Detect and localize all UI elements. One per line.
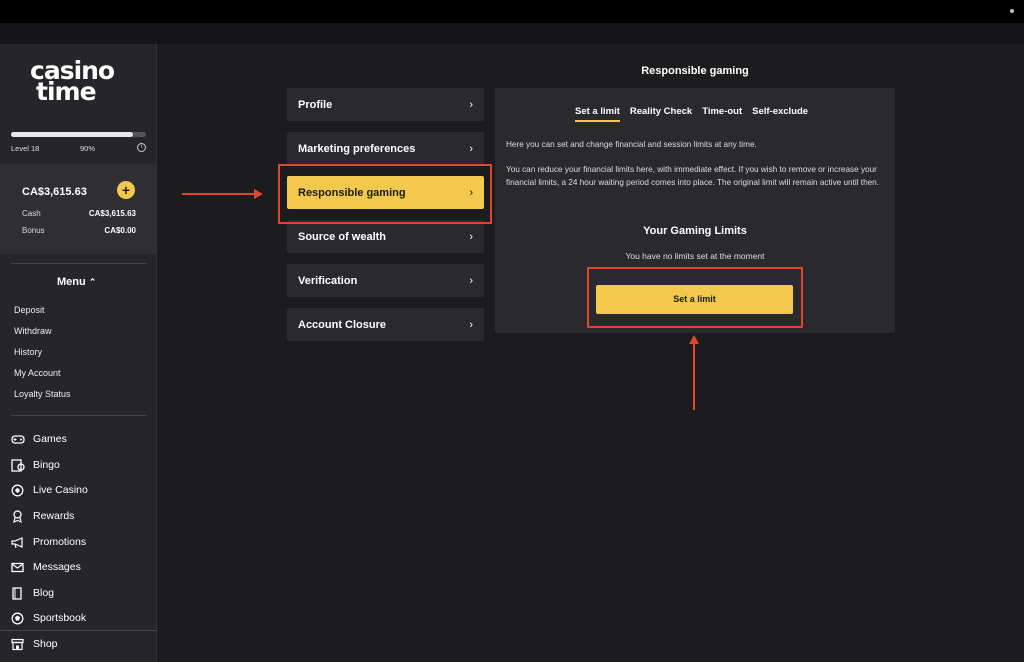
chevron-right-icon: › xyxy=(469,274,473,287)
deposit-plus-button[interactable]: + xyxy=(117,181,135,199)
menu-link-history[interactable]: History xyxy=(14,347,42,357)
account-menu-marketing-preferences[interactable]: Marketing preferences › xyxy=(287,132,484,165)
divider xyxy=(11,415,147,416)
chevron-right-icon: › xyxy=(469,318,473,331)
divider xyxy=(0,630,157,631)
gaming-limits-title: Your Gaming Limits xyxy=(643,225,747,237)
nav-label-promotions: Promotions xyxy=(33,536,87,548)
bingo-icon xyxy=(11,458,25,472)
nav-item-blog[interactable]: Blog xyxy=(11,585,54,601)
nav-item-games[interactable]: Games xyxy=(11,431,67,447)
account-menu-label: Profile xyxy=(298,98,333,111)
divider xyxy=(11,263,147,264)
mail-icon xyxy=(11,562,24,572)
bonus-label: Bonus xyxy=(22,226,45,235)
nav-label-sportsbook: Sportsbook xyxy=(33,612,87,624)
menu-link-my-account[interactable]: My Account xyxy=(14,368,61,378)
nav-item-bingo[interactable]: Bingo xyxy=(11,457,60,473)
tab-self-exclude[interactable]: Self-exclude xyxy=(752,106,808,122)
bonus-row: Bonus CA$0.00 xyxy=(22,226,136,235)
header-strip xyxy=(0,23,1024,44)
account-menu-label: Account Closure xyxy=(298,318,387,331)
nav-item-messages[interactable]: Messages xyxy=(11,559,81,575)
chevron-right-icon: › xyxy=(469,142,473,155)
account-menu-verification[interactable]: Verification › xyxy=(287,264,484,297)
bonus-value: CA$0.00 xyxy=(104,226,136,235)
annotation-arrow-right xyxy=(182,189,263,199)
window-top-bar xyxy=(0,0,1024,23)
cash-label: Cash xyxy=(22,209,41,218)
menu-link-withdraw[interactable]: Withdraw xyxy=(14,326,52,336)
highlight-box-set-limit xyxy=(587,267,803,328)
nav-item-promotions[interactable]: Promotions xyxy=(11,534,86,550)
nav-item-live-casino[interactable]: Live Casino xyxy=(11,482,88,498)
level-progress-fill xyxy=(11,132,133,137)
account-menu-profile[interactable]: Profile › xyxy=(287,88,484,121)
total-balance: CA$3,615.63 xyxy=(22,186,87,198)
page-title: Responsible gaming xyxy=(641,65,749,77)
nav-item-rewards[interactable]: Rewards xyxy=(11,508,74,524)
nav-item-sportsbook[interactable]: Sportsbook xyxy=(11,610,86,626)
book-icon xyxy=(12,586,22,600)
no-limits-text: You have no limits set at the moment xyxy=(625,251,765,261)
balance-panel: CA$3,615.63 + Cash CA$3,615.63 Bonus CA$… xyxy=(0,164,157,254)
megaphone-icon xyxy=(11,536,23,548)
chevron-right-icon: › xyxy=(469,230,473,243)
nav-label-messages: Messages xyxy=(33,561,81,573)
logo-line-2: time xyxy=(36,77,97,106)
tab-set-a-limit[interactable]: Set a limit xyxy=(575,106,620,122)
nav-item-shop[interactable]: Shop xyxy=(11,636,58,652)
ball-icon xyxy=(11,612,24,624)
menu-toggle[interactable]: Menu ⌃ xyxy=(57,276,96,288)
info-icon[interactable]: i xyxy=(137,143,146,152)
nav-label-blog: Blog xyxy=(33,587,55,599)
chevron-right-icon: › xyxy=(469,98,473,111)
nav-label-bingo: Bingo xyxy=(33,459,60,471)
account-menu-label: Marketing preferences xyxy=(298,142,416,155)
level-progress-bar xyxy=(11,132,146,137)
casino-time-logo[interactable]: casino time xyxy=(30,58,130,108)
status-dot xyxy=(1010,9,1014,13)
award-icon xyxy=(13,509,22,523)
menu-link-loyalty-status[interactable]: Loyalty Status xyxy=(14,389,71,399)
account-menu-source-of-wealth[interactable]: Source of wealth › xyxy=(287,220,484,253)
menu-link-deposit[interactable]: Deposit xyxy=(14,305,45,315)
account-menu-account-closure[interactable]: Account Closure › xyxy=(287,308,484,341)
sidebar: casino time Level 18 90% i CA$3,615.63 +… xyxy=(0,44,157,662)
live-icon xyxy=(11,484,24,496)
cash-value: CA$3,615.63 xyxy=(88,209,136,218)
cash-row: Cash CA$3,615.63 xyxy=(22,209,136,218)
intro-text: Here you can set and change financial an… xyxy=(506,140,757,149)
nav-label-shop: Shop xyxy=(33,638,58,650)
nav-label-live-casino: Live Casino xyxy=(33,484,88,496)
tab-time-out[interactable]: Time-out xyxy=(702,106,742,122)
shop-icon xyxy=(11,638,24,650)
nav-label-games: Games xyxy=(33,433,67,445)
player-level: Level 18 xyxy=(11,144,40,153)
level-percent: 90% xyxy=(80,144,96,153)
highlight-box-responsible-gaming xyxy=(278,164,492,224)
annotation-arrow-up xyxy=(689,335,699,410)
tab-reality-check[interactable]: Reality Check xyxy=(630,106,692,122)
account-menu-label: Source of wealth xyxy=(298,230,387,243)
chevron-up-icon: ⌃ xyxy=(88,277,97,287)
details-text: You can reduce your financial limits her… xyxy=(506,165,880,187)
account-menu-label: Verification xyxy=(298,274,358,287)
menu-title: Menu xyxy=(57,276,86,288)
limit-tabs: Set a limit Reality Check Time-out Self-… xyxy=(575,106,808,122)
gamepad-icon xyxy=(11,434,25,444)
nav-label-rewards: Rewards xyxy=(33,510,75,522)
